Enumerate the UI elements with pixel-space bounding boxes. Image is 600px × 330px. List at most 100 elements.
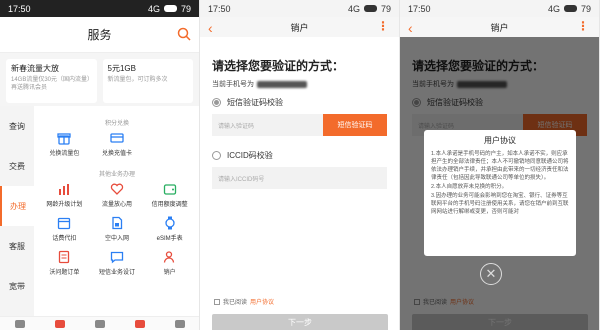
- promo-title: 新春流量大放: [11, 64, 59, 73]
- service-label: 销户: [163, 270, 176, 276]
- get-sms-code-button[interactable]: 短信验证码: [323, 114, 387, 136]
- promo-subtitle: 14GB流量仅30元（国内流量）再送腾讯会员: [11, 77, 91, 91]
- signal-indicator: 4G: [147, 3, 160, 14]
- status-bar: 17:50 4G 79: [400, 0, 599, 17]
- nav-bar: ‹ 销户 ⋮: [200, 17, 399, 37]
- back-arrow-icon[interactable]: ‹: [208, 20, 213, 36]
- tab-offers-icon[interactable]: [55, 319, 65, 328]
- iccid-input[interactable]: 请输入ICCID码号: [212, 167, 387, 189]
- agree-checkbox[interactable]: [214, 298, 220, 305]
- gift-icon: [57, 133, 71, 145]
- next-button[interactable]: 下一步: [212, 314, 388, 330]
- sms-option[interactable]: 短信验证码校验: [212, 97, 387, 108]
- sidebar-item-payment[interactable]: 交费: [0, 146, 34, 186]
- status-bar: 17:50 4G 79: [200, 0, 399, 17]
- agree-text: 我已阅读: [223, 300, 248, 306]
- phone-label: 当前手机号为: [212, 81, 254, 88]
- sidebar-item-service[interactable]: 客服: [0, 226, 34, 266]
- service-label: 信用额度调整: [151, 202, 188, 208]
- signal-indicator: 4G: [547, 3, 560, 14]
- services-header: 服务: [0, 17, 199, 53]
- tab-profile-icon[interactable]: [175, 319, 185, 328]
- document-icon: [59, 250, 70, 264]
- service-sms-settings[interactable]: 短信业务设订: [91, 250, 144, 276]
- service-account-cancel[interactable]: 销户: [143, 250, 196, 276]
- service-exchange-data[interactable]: 兑换流量包: [38, 131, 91, 157]
- sidebar-item-handle[interactable]: 办理: [0, 186, 34, 226]
- service-label: eSIM手表: [156, 236, 183, 242]
- sms-radio[interactable]: [212, 98, 221, 107]
- service-exchange-card[interactable]: 兑换充值卡: [91, 131, 144, 157]
- more-menu-icon[interactable]: ⋮: [377, 20, 389, 32]
- tab-services-icon[interactable]: [135, 319, 145, 328]
- promo-title: 5元1GB: [107, 64, 136, 73]
- dialog-title: 用户协议: [484, 136, 516, 145]
- service-label: 短信业务设订: [98, 270, 135, 276]
- service-label: 沃问题订单: [49, 270, 80, 276]
- calendar-icon: [58, 217, 71, 230]
- chart-icon: [59, 184, 70, 195]
- sms-option-label: 短信验证码校验: [227, 98, 283, 107]
- status-time: 17:50: [408, 3, 431, 14]
- battery-level: 79: [180, 3, 191, 14]
- tab-mail-icon[interactable]: [95, 319, 105, 328]
- service-label: 空中入网: [104, 236, 129, 242]
- iccid-option[interactable]: ICCID码校验: [212, 150, 387, 161]
- page-title: 服务: [87, 28, 112, 42]
- service-label: 兑换充值卡: [101, 151, 132, 157]
- service-data-worry-free[interactable]: 流量放心用: [91, 182, 144, 208]
- page-title: 销户: [290, 22, 309, 33]
- sms-code-input[interactable]: 请输入验证码: [212, 114, 323, 136]
- status-time: 17:50: [8, 3, 31, 14]
- service-air-activation[interactable]: 空中入网: [91, 216, 144, 242]
- signal-indicator: 4G: [347, 3, 360, 14]
- bottom-tab-bar: [0, 316, 199, 330]
- status-time: 17:50: [208, 3, 231, 14]
- page-title: 销户: [490, 22, 509, 33]
- status-bar: 17:50 4G 79: [0, 0, 199, 17]
- agreement-paragraph: 2.本人自愿放弃未兑换的积分。: [431, 184, 508, 190]
- promo-banner: 新春流量大放 14GB流量仅30元（国内流量）再送腾讯会员 5元1GB 新流量包…: [0, 53, 199, 109]
- wallet-icon: [163, 184, 176, 195]
- sidebar-item-broadband[interactable]: 宽带: [0, 266, 34, 306]
- battery-level: 79: [580, 3, 591, 14]
- watch-icon: [165, 216, 175, 230]
- service-credit-adjust[interactable]: 信用额度调整: [143, 182, 196, 208]
- sidebar-item-query[interactable]: 查询: [0, 106, 34, 146]
- back-arrow-icon[interactable]: ‹: [408, 20, 413, 36]
- user-agreement-link[interactable]: 用户协议: [250, 297, 274, 306]
- masked-phone-number: [257, 80, 307, 88]
- agreement-paragraph: 1.本人承诺是手机号码的户主，如本人承诺不实，则应承担产生的全部法律责任；本人不…: [431, 151, 569, 181]
- battery-icon: [163, 5, 177, 12]
- services-screen: 17:50 4G 79 服务 新春流量大放 14GB流量仅30元（国内流量）再送…: [0, 0, 200, 330]
- service-auto-debit[interactable]: 话费代扣: [38, 216, 91, 242]
- promo-card[interactable]: 5元1GB 新流量包，可订购多次: [102, 59, 193, 103]
- phone-line: 当前手机号为: [212, 79, 387, 89]
- service-esim-watch[interactable]: eSIM手表: [143, 216, 196, 242]
- nav-bar: ‹ 销户 ⋮: [400, 17, 599, 37]
- service-label: 流量放心用: [101, 202, 132, 208]
- service-problem-order[interactable]: 沃问题订单: [38, 250, 91, 276]
- heart-icon: [110, 183, 124, 195]
- iccid-option-label: ICCID码校验: [227, 151, 273, 160]
- cancel-verify-screen: 17:50 4G 79 ‹ 销户 ⋮ 请选择您要验证的方式： 当前手机号为 短信…: [200, 0, 400, 330]
- section-title: 其他业务办理: [98, 172, 135, 178]
- agreement-dialog-screen: 17:50 4G 79 ‹ 销户 ⋮ 请选择您要验证的方式： 当前手机号为 短信…: [400, 0, 600, 330]
- agreement-paragraph: 3.因办理的业务可能会影响到您在淘宝、银行、证券等互联网平台的手机号码注册使用关…: [431, 193, 569, 215]
- service-label: 网龄升级计划: [46, 202, 83, 208]
- section-title: 积分兑换: [104, 121, 129, 127]
- verify-heading: 请选择您要验证的方式：: [212, 59, 345, 73]
- service-grid-area: 积分兑换 兑换流量包 兑换充值卡 其他业务办理 网龄升级计划 流量放心用 信用额…: [34, 106, 199, 316]
- promo-subtitle: 新流量包，可订购多次: [107, 77, 168, 83]
- iccid-radio[interactable]: [212, 151, 221, 160]
- category-sidebar: 查询 交费 办理 客服 宽带: [0, 106, 34, 316]
- agreement-row: 我已阅读 用户协议: [214, 297, 274, 306]
- tab-home-icon[interactable]: [15, 319, 25, 328]
- service-network-age[interactable]: 网龄升级计划: [38, 182, 91, 208]
- user-remove-icon: [163, 251, 174, 263]
- promo-card[interactable]: 新春流量大放 14GB流量仅30元（国内流量）再送腾讯会员: [6, 59, 97, 103]
- search-icon[interactable]: [177, 27, 191, 41]
- card-icon: [110, 133, 124, 143]
- close-icon[interactable]: ✕: [480, 263, 502, 285]
- more-menu-icon[interactable]: ⋮: [577, 20, 589, 32]
